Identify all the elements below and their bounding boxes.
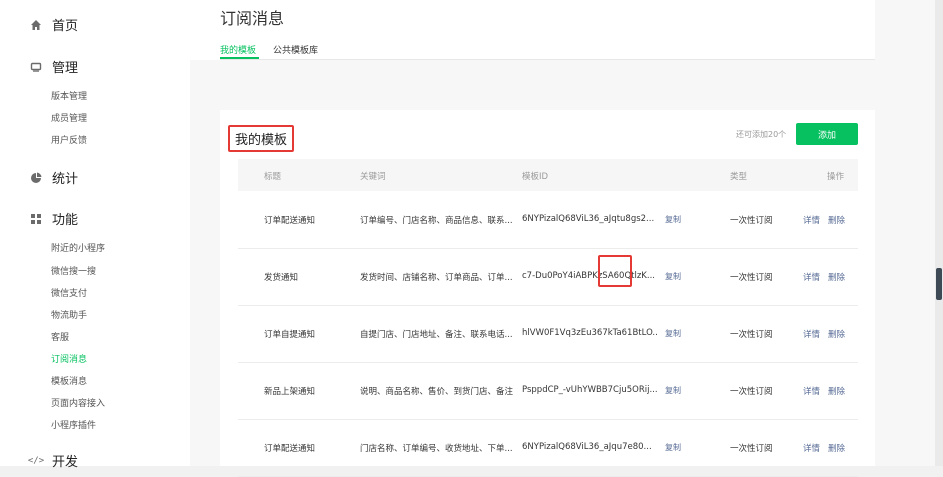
table-row: 发货通知 发货时间、店铺名称、订单商品、订单... c7-Du0PoY4iABP…: [238, 249, 858, 306]
nav-features[interactable]: 功能: [30, 209, 78, 228]
delete-link[interactable]: 删除: [828, 271, 845, 283]
nav-item-feedback[interactable]: 用户反馈: [51, 133, 87, 146]
nav-item-version[interactable]: 版本管理: [51, 89, 87, 102]
sidebar: 首页 管理 版本管理 成员管理 用户反馈 统计 功能 附近的小程序 微信搜一搜 …: [0, 0, 190, 470]
nav-stats[interactable]: 统计: [30, 168, 78, 187]
header-actions: 操作: [827, 172, 845, 182]
nav-home[interactable]: 首页: [30, 15, 78, 34]
row-keywords: 门店名称、订单编号、收货地址、下单...: [360, 444, 513, 454]
add-button[interactable]: 添加: [796, 123, 858, 145]
nav-dev-label: 开发: [52, 455, 79, 470]
header-title: 标题: [264, 172, 282, 182]
header-template-id: 模板ID: [522, 172, 549, 182]
card-title: 我的模板: [228, 125, 295, 152]
header-panel: 订阅消息 我的模板 公共模板库: [190, 0, 875, 60]
detail-link[interactable]: 详情: [803, 214, 820, 226]
table-header: 标题 关键词 模板ID 类型 操作: [238, 159, 858, 191]
table-row: 订单配送通知 门店名称、订单编号、收货地址、下单... 6NYPizalQ68V…: [238, 420, 858, 477]
row-keywords: 自提门店、门店地址、备注、联系电话...: [360, 330, 513, 340]
row-title: 订单自提通知: [264, 330, 316, 340]
templates-card: 我的模板 还可添加20个 添加 标题 关键词 模板ID 类型 操作 订单配送通知…: [220, 110, 875, 477]
row-type: 一次性订阅: [730, 273, 773, 283]
monitor-icon: [30, 61, 42, 73]
nav-item-service[interactable]: 客服: [51, 330, 69, 343]
header-keywords: 关键词: [360, 172, 386, 182]
copy-link[interactable]: 复制: [665, 271, 681, 282]
delete-link[interactable]: 删除: [828, 442, 845, 454]
main-content: 订阅消息 我的模板 公共模板库 我的模板 还可添加20个 添加 标题 关键词 模…: [190, 0, 935, 477]
table-row: 订单自提通知 自提门店、门店地址、备注、联系电话... hlVW0F1Vq3zE…: [238, 306, 858, 363]
tab-my-templates[interactable]: 我的模板: [220, 43, 256, 56]
row-title: 订单配送通知: [264, 216, 316, 226]
nav-manage[interactable]: 管理: [30, 57, 78, 76]
nav-item-nearby[interactable]: 附近的小程序: [51, 241, 105, 254]
tab-public-library[interactable]: 公共模板库: [273, 43, 318, 56]
nav-item-members[interactable]: 成员管理: [51, 111, 87, 124]
code-icon: </>: [27, 455, 45, 466]
delete-link[interactable]: 删除: [828, 385, 845, 397]
scrollbar-thumb[interactable]: [936, 268, 942, 300]
table-row: 新品上架通知 说明、商品名称、售价、到货门店、备注 PsppdCP_-vUhYW…: [238, 363, 858, 420]
grid-icon: [30, 213, 42, 225]
nav-item-logistics[interactable]: 物流助手: [51, 308, 87, 321]
highlight-box: [598, 255, 632, 287]
row-template-id: 6NYPizalQ68ViL36_aJqtu8gs2...: [522, 214, 655, 224]
row-keywords: 发货时间、店铺名称、订单商品、订单...: [360, 273, 513, 283]
nav-item-subscribe[interactable]: 订阅消息: [51, 352, 87, 365]
row-keywords: 订单编号、门店名称、商品信息、联系...: [360, 216, 513, 226]
row-type: 一次性订阅: [730, 444, 773, 454]
nav-stats-label: 统计: [52, 172, 79, 187]
page-title: 订阅消息: [220, 9, 285, 28]
row-template-id: 6NYPizalQ68ViL36_aJqu7e80...: [522, 442, 652, 452]
remaining-count: 还可添加20个: [736, 130, 787, 139]
row-template-id: hlVW0F1Vq3zEu367kTa61BtLO...: [522, 328, 658, 338]
nav-item-search[interactable]: 微信搜一搜: [51, 264, 96, 277]
copy-link[interactable]: 复制: [665, 328, 681, 339]
delete-link[interactable]: 删除: [828, 214, 845, 226]
nav-dev[interactable]: </> 开发: [27, 451, 79, 470]
row-title: 新品上架通知: [264, 387, 316, 397]
header-divider: [220, 59, 875, 60]
row-template-id: c7-Du0PoY4iABPKzSA60QtlzK...: [522, 271, 655, 281]
detail-link[interactable]: 详情: [803, 328, 820, 340]
copy-link[interactable]: 复制: [665, 442, 681, 453]
detail-link[interactable]: 详情: [803, 385, 820, 397]
detail-link[interactable]: 详情: [803, 442, 820, 454]
copy-link[interactable]: 复制: [665, 385, 681, 396]
row-keywords: 说明、商品名称、售价、到货门店、备注: [360, 387, 514, 397]
row-title: 订单配送通知: [264, 444, 316, 454]
header-type: 类型: [730, 172, 748, 182]
home-icon: [30, 19, 42, 31]
detail-link[interactable]: 详情: [803, 271, 820, 283]
nav-manage-label: 管理: [52, 61, 79, 76]
vertical-scrollbar[interactable]: [935, 0, 943, 466]
nav-item-plugin[interactable]: 小程序插件: [51, 418, 96, 431]
row-title: 发货通知: [264, 273, 299, 283]
row-type: 一次性订阅: [730, 387, 773, 397]
nav-item-pay[interactable]: 微信支付: [51, 286, 87, 299]
delete-link[interactable]: 删除: [828, 328, 845, 340]
row-type: 一次性订阅: [730, 216, 773, 226]
table-row: 订单配送通知 订单编号、门店名称、商品信息、联系... 6NYPizalQ68V…: [238, 192, 858, 249]
nav-features-label: 功能: [52, 213, 79, 228]
row-template-id: PsppdCP_-vUhYWBB7Cju5ORij...: [522, 385, 658, 395]
copy-link[interactable]: 复制: [665, 214, 681, 225]
row-type: 一次性订阅: [730, 330, 773, 340]
nav-home-label: 首页: [52, 19, 79, 34]
pie-chart-icon: [30, 172, 42, 184]
nav-item-template[interactable]: 模板消息: [51, 374, 87, 387]
nav-item-content[interactable]: 页面内容接入: [51, 396, 105, 409]
